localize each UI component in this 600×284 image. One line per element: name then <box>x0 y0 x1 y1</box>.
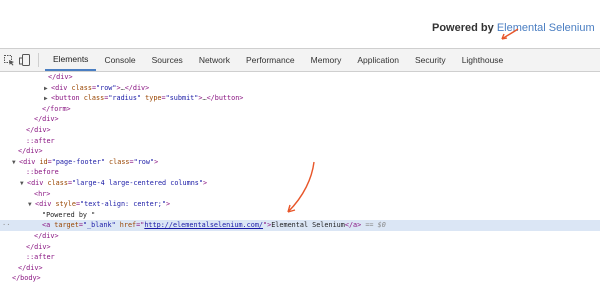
device-toolbar-icon[interactable] <box>18 53 32 67</box>
link-text: Elemental Selenium <box>271 221 345 230</box>
attribute-name: class <box>47 178 68 187</box>
tree-node[interactable]: </div> <box>0 146 600 157</box>
powered-by-label: Powered by <box>432 22 494 34</box>
tree-node[interactable]: </div> <box>0 242 600 253</box>
tree-node[interactable]: </form> <box>0 104 600 115</box>
tab-performance[interactable]: Performance <box>238 49 303 71</box>
attribute-name: class <box>109 157 130 166</box>
closing-tag: </form> <box>42 104 71 113</box>
annotation-arrow-icon <box>287 161 315 213</box>
tree-node[interactable]: </div> <box>0 263 600 274</box>
attribute-name: class <box>71 83 92 92</box>
tag-name: button <box>55 94 80 103</box>
attribute-value: "row" <box>96 83 117 92</box>
hr-tag: <hr> <box>34 189 51 198</box>
attribute-value: "text-align: center;" <box>80 200 166 209</box>
tag-name: div <box>39 200 52 209</box>
closing-tag: </div> <box>18 263 43 272</box>
pseudo-element: ::after <box>26 136 55 145</box>
tab-network[interactable]: Network <box>191 49 238 71</box>
selected-node-marker: == $0 <box>365 221 386 230</box>
tag-name: div <box>31 178 44 187</box>
closing-tag: </div> <box>26 242 51 251</box>
elements-tree: </div> ▶ <div class="row">…</div> ▶ <butto… <box>0 72 600 284</box>
closing-tag: </div> <box>18 147 43 156</box>
tree-node[interactable]: ▶ <button class="radius" type="submit">…<… <box>0 93 600 104</box>
tab-application[interactable]: Application <box>349 49 407 71</box>
attribute-name: id <box>39 157 48 166</box>
tag-name: a <box>46 221 51 230</box>
text-node: "Powered by " <box>42 210 96 219</box>
closing-tag: </a> <box>344 221 362 230</box>
attribute-name: target <box>54 221 79 230</box>
attribute-value: "page-footer" <box>51 157 105 166</box>
tree-node[interactable]: ::after <box>0 252 600 263</box>
tree-node[interactable]: </div> <box>0 231 600 242</box>
attribute-value: "_blank" <box>82 221 116 230</box>
annotation-arrow-icon <box>501 28 519 40</box>
tab-security[interactable]: Security <box>407 49 454 71</box>
page-top: Powered by Elemental Selenium <box>0 0 600 48</box>
attribute-value: "radius" <box>108 94 142 103</box>
tab-elements[interactable]: Elements <box>45 49 97 71</box>
attribute-name: style <box>55 200 76 209</box>
attribute-name: href <box>119 221 137 230</box>
tree-node[interactable]: ▶ <div class="row">…</div> <box>0 83 600 94</box>
attribute-name: type <box>145 94 162 103</box>
tab-memory[interactable]: Memory <box>303 49 350 71</box>
closing-tag: </div> <box>124 83 150 92</box>
closing-tag: </div> <box>48 73 73 81</box>
tree-node[interactable]: </div> <box>0 114 600 125</box>
tag-name: div <box>23 157 36 166</box>
closing-tag: </body> <box>12 274 41 283</box>
tree-node[interactable]: ::after <box>0 136 600 147</box>
tab-sources[interactable]: Sources <box>144 49 191 71</box>
toolbar-divider <box>38 53 39 67</box>
closing-tag: </div> <box>34 231 59 240</box>
attribute-value: "submit" <box>165 94 199 103</box>
inspect-element-icon[interactable] <box>2 53 16 67</box>
devtools-tabs: Elements Console Sources Network Perform… <box>45 49 511 71</box>
attribute-name: class <box>83 94 105 103</box>
attribute-value: "row" <box>133 157 155 166</box>
tab-console[interactable]: Console <box>96 49 143 71</box>
pseudo-element: ::before <box>26 168 59 177</box>
tree-node[interactable]: </div> <box>0 72 600 83</box>
closing-tag: </button> <box>206 94 244 103</box>
gutter-ellipsis: ·· <box>2 221 11 230</box>
tab-lighthouse[interactable]: Lighthouse <box>454 49 512 71</box>
closing-tag: </div> <box>26 125 51 134</box>
tree-node[interactable]: </body> <box>0 273 600 284</box>
tag-name: div <box>55 83 68 92</box>
tree-node[interactable]: </div> <box>0 125 600 136</box>
devtools-toolbar: Elements Console Sources Network Perform… <box>0 48 600 72</box>
href-link[interactable]: http://elementalselenium.com/ <box>144 221 263 229</box>
pseudo-element: ::after <box>26 253 55 262</box>
closing-tag: </div> <box>34 115 59 124</box>
selected-tree-node[interactable]: ·· <a target="_blank" href="http://eleme… <box>0 220 600 231</box>
attribute-value: "large-4 large-centered columns" <box>72 178 203 187</box>
